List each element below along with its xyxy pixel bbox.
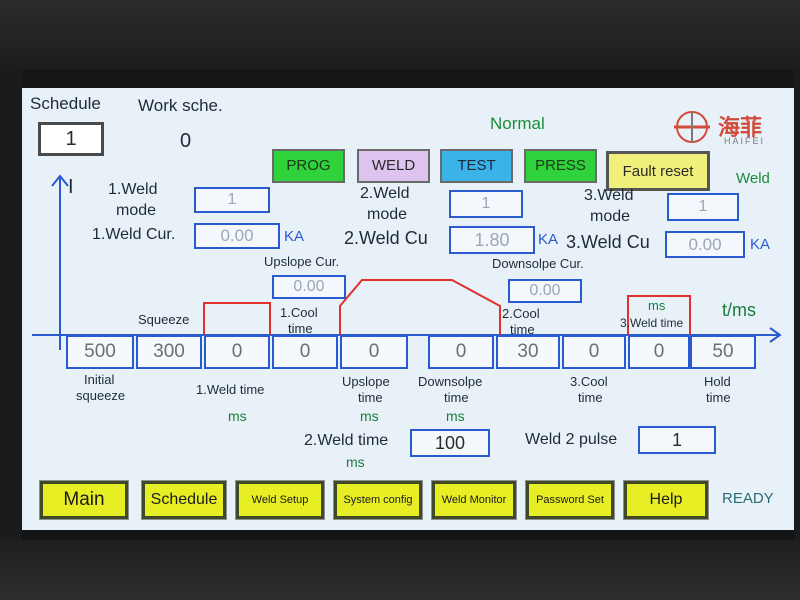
squeeze-field[interactable]: 300 — [136, 335, 202, 369]
hold-time-field[interactable]: 50 — [690, 335, 756, 369]
nav-schedule-button[interactable]: Schedule — [141, 480, 227, 520]
upslope-time-label-line2: time — [358, 390, 383, 405]
cool1-time-field[interactable]: 0 — [272, 335, 338, 369]
downslope-time-label-line1: Downsolpe — [418, 374, 483, 389]
nav-help-button[interactable]: Help — [623, 480, 709, 520]
weld3-mode-field[interactable]: 1 — [667, 193, 739, 221]
weld2-pulse-line — [339, 279, 501, 335]
weld1-mode-field[interactable]: 1 — [194, 187, 270, 213]
y-axis-label: I — [68, 176, 74, 198]
cool2-label-line1: 2.Cool — [502, 306, 540, 321]
weld1-pulse-line — [203, 302, 271, 335]
hold-time-label-line1: Hold — [704, 374, 731, 389]
weld2-mode-label-line1: 2.Weld — [360, 185, 410, 202]
weld2-current-unit: KA — [538, 231, 559, 248]
weld2-mode-label-line2: mode — [367, 206, 408, 223]
weld1-mode-label-line2: mode — [116, 202, 157, 219]
nav-weld-setup-button[interactable]: Weld Setup — [235, 480, 325, 520]
weld2-pulse-label: Weld 2 pulse — [525, 431, 618, 448]
nav-main-button[interactable]: Main — [39, 480, 129, 520]
schedule-number-field[interactable]: 1 — [38, 122, 104, 156]
monitor-bezel-left — [0, 70, 22, 540]
cool3-time-label-line1: 3.Cool — [570, 374, 608, 389]
hold-time-label-line2: time — [706, 390, 731, 405]
weld2-current-field[interactable]: 1.80 — [449, 226, 535, 254]
downslope-time-field[interactable]: 30 — [496, 335, 560, 369]
upslope-time-label-line1: Upslope — [342, 374, 390, 389]
weld2-time-label: 2.Weld time — [304, 432, 389, 449]
monitor-bezel-bottom — [0, 540, 800, 600]
weld3-mode-label-line1: 3.Weld — [584, 187, 634, 204]
work-schedule-value: 0 — [180, 130, 192, 152]
schedule-label: Schedule — [30, 94, 101, 113]
downslope-time-unit: ms — [446, 408, 465, 424]
weld2-time-unit: ms — [346, 454, 365, 470]
weld1-current-label: 1.Weld Cur. — [92, 226, 176, 243]
weld3-mode-label-line2: mode — [590, 208, 631, 225]
squeeze-label: Squeeze — [138, 312, 190, 327]
weld1-time-field[interactable]: 0 — [204, 335, 270, 369]
weld2-current-label: 2.Weld Cu — [344, 228, 428, 248]
upslope-current-field[interactable]: 0.00 — [272, 275, 346, 299]
upslope-time-unit: ms — [360, 408, 379, 424]
weld3-time-unit: ms — [648, 298, 666, 313]
haifei-logo: 海菲 HAIFEI — [670, 108, 794, 148]
weld1-time-unit: ms — [228, 408, 247, 424]
upslope-time-field[interactable]: 0 — [340, 335, 408, 369]
weld2-time-field[interactable]: 100 — [410, 429, 490, 457]
weld2-timeline-field[interactable]: 0 — [428, 335, 494, 369]
cool1-label-line1: 1.Cool — [280, 305, 318, 320]
monitor-bezel-right — [794, 70, 800, 540]
weld3-current-unit: KA — [750, 236, 771, 253]
weld1-current-field[interactable]: 0.00 — [194, 223, 280, 249]
nav-weld-monitor-button[interactable]: Weld Monitor — [431, 480, 517, 520]
nav-password-set-button[interactable]: Password Set — [525, 480, 615, 520]
haifei-logo-icon — [674, 111, 710, 143]
weld3-current-field[interactable]: 0.00 — [665, 231, 745, 258]
work-schedule-label: Work sche. — [138, 96, 223, 115]
downslope-time-label-line2: time — [444, 390, 469, 405]
initial-squeeze-label-line2: squeeze — [76, 388, 126, 403]
cool1-label-line2: time — [288, 321, 313, 336]
weld1-time-label: 1.Weld time — [196, 382, 265, 397]
monitor-bezel-top — [0, 0, 800, 70]
weld2-pulse-field[interactable]: 1 — [638, 426, 716, 454]
weld1-current-unit: KA — [284, 228, 305, 245]
weld1-mode-label-line1: 1.Weld — [108, 181, 158, 198]
downslope-current-label: Downsolpe Cur. — [492, 256, 584, 271]
weld3-current-label: 3.Weld Cu — [566, 232, 650, 252]
brand-name-en: HAIFEI — [724, 136, 766, 146]
status-text: Normal — [490, 114, 545, 133]
upslope-current-label: Upslope Cur. — [264, 254, 340, 269]
initial-squeeze-field[interactable]: 500 — [66, 335, 134, 369]
weld2-mode-field[interactable]: 1 — [449, 190, 523, 218]
x-axis-label: t/ms — [722, 300, 756, 320]
cool3-time-label-line2: time — [578, 390, 603, 405]
ready-status: READY — [722, 490, 774, 507]
weld3-time-field[interactable]: 0 — [628, 335, 690, 369]
downslope-current-field[interactable]: 0.00 — [508, 279, 582, 303]
nav-system-config-button[interactable]: System config — [333, 480, 423, 520]
weld3-time-label: 3.Weld time — [620, 316, 684, 330]
hmi-screen: Schedule 1 Work sche. 0 Normal 海菲 HAIFEI… — [22, 88, 794, 530]
cool2-time-field[interactable]: 0 — [562, 335, 626, 369]
initial-squeeze-label-line1: Initial — [84, 372, 115, 387]
